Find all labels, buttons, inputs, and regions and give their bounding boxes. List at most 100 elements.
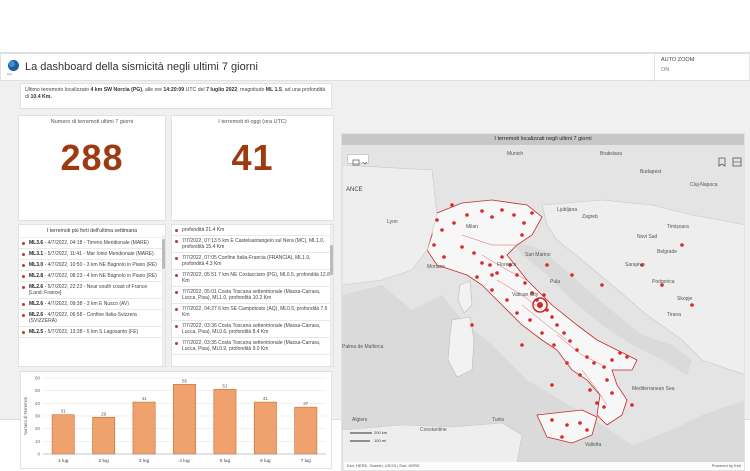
quake-marker[interactable] (690, 303, 694, 307)
list-item[interactable]: ML2.6 - 4/7/2022, 06:58 - Confine Italia… (19, 310, 165, 327)
quake-marker[interactable] (460, 245, 464, 249)
quake-marker[interactable] (585, 428, 589, 432)
bookmark-icon[interactable] (716, 154, 728, 167)
quake-marker[interactable] (610, 391, 614, 395)
quake-marker[interactable] (432, 243, 436, 247)
quake-marker[interactable] (465, 213, 469, 217)
powered-by[interactable]: Powered by Esri (712, 462, 741, 470)
quake-marker[interactable] (490, 288, 494, 292)
list-item[interactable]: ML3.6 - 4/7/2022, 04:18 - Tirreno Meridi… (19, 238, 165, 249)
list-item[interactable]: ML2.6 - 5/7/2022, 22:23 - Near south coa… (19, 282, 165, 299)
list-item[interactable]: ML3.1 - 5/7/2022, 11:41 - Mar Ionio Meri… (19, 249, 165, 260)
scroll-thumb[interactable] (330, 245, 333, 275)
list-item[interactable]: ML2.5 - 5/7/2022, 13:38 - 5 km S Lagosan… (19, 327, 165, 338)
quake-marker[interactable] (630, 403, 634, 407)
quake-marker[interactable] (520, 343, 524, 347)
list-item[interactable]: 7/7/2022, 07:05 Confine Italia-Francia (… (172, 253, 333, 270)
auto-zoom-toggle[interactable]: AUTO ZOOM ON (654, 54, 750, 82)
quake-marker[interactable] (610, 358, 614, 362)
basemap-toggle-button[interactable] (347, 154, 369, 166)
quake-marker[interactable] (500, 255, 504, 259)
list-item-text: ML3.1 - 5/7/2022, 11:41 - Mar Ionio Meri… (29, 251, 154, 257)
quake-marker[interactable] (600, 283, 604, 287)
quake-marker[interactable] (568, 339, 572, 343)
quake-marker[interactable] (552, 343, 556, 347)
list-item-text: profondità 21.4 Km (182, 227, 225, 233)
quake-marker[interactable] (523, 281, 527, 285)
quake-marker[interactable] (578, 373, 582, 377)
list-item[interactable]: ML2.8 - 4/7/2022, 08:23 - 4 km NE Bagnol… (19, 271, 165, 282)
quake-marker[interactable] (472, 251, 476, 255)
list-item[interactable]: ML3.0 - 4/7/2022, 10:50 - 3 km NE Bagnol… (19, 260, 165, 271)
quake-marker[interactable] (602, 365, 606, 369)
quake-marker[interactable] (555, 323, 559, 327)
quake-marker[interactable] (495, 271, 499, 275)
quake-marker[interactable] (530, 211, 534, 215)
quake-marker[interactable] (540, 331, 544, 335)
quake-marker[interactable] (625, 355, 629, 359)
quake-marker[interactable] (602, 405, 606, 409)
quake-marker[interactable] (480, 261, 484, 265)
quake-marker[interactable] (505, 298, 509, 302)
quake-map[interactable]: I terremoti localizzati negli ultimi 7 g… (341, 133, 745, 471)
x-tick-label: 1 lug (58, 458, 69, 464)
quake-marker[interactable] (480, 209, 484, 213)
quake-marker[interactable] (475, 275, 479, 279)
latest-quake-center[interactable] (537, 302, 543, 308)
quake-marker[interactable] (528, 318, 532, 322)
quake-dot-icon (175, 239, 178, 243)
quake-marker[interactable] (550, 418, 554, 422)
quake-marker[interactable] (565, 361, 569, 365)
quake-marker[interactable] (550, 383, 554, 387)
quake-marker[interactable] (595, 401, 599, 405)
quake-marker[interactable] (452, 221, 456, 225)
map-canvas[interactable] (342, 145, 745, 463)
quake-marker[interactable] (575, 348, 579, 352)
quake-marker[interactable] (450, 203, 454, 207)
quake-marker[interactable] (515, 273, 519, 277)
list-item[interactable]: 7/7/2022, 05:01 Costa Toscana settentrio… (172, 287, 333, 304)
list-item[interactable]: 7/7/2022, 03:36 Costa Toscana settentrio… (172, 321, 333, 338)
quake-marker[interactable] (550, 315, 554, 319)
quake-marker[interactable] (442, 255, 446, 259)
scrollbar[interactable] (330, 225, 333, 366)
list-item[interactable]: 7/7/2022, 03:35 Costa Toscana settentrio… (172, 338, 333, 355)
quake-marker[interactable] (605, 378, 609, 382)
quake-marker[interactable] (440, 228, 444, 232)
quake-marker[interactable] (545, 263, 549, 267)
quake-marker[interactable] (560, 435, 564, 439)
quake-marker[interactable] (522, 221, 526, 225)
x-tick-label: 2 lug (98, 458, 109, 464)
quake-marker[interactable] (488, 263, 492, 267)
layers-icon[interactable] (731, 154, 743, 167)
quake-marker[interactable] (520, 233, 524, 237)
quake-marker[interactable] (565, 423, 569, 427)
quake-marker[interactable] (562, 331, 566, 335)
list-item[interactable]: 7/7/2022, 05:51 7 km NE Costacciaro (PG)… (172, 270, 333, 287)
x-tick-label: 7 lug (301, 458, 312, 464)
list-item[interactable]: 7/7/2022, 07:13 5 km E Castelsantangelo … (172, 236, 333, 253)
quake-marker[interactable] (515, 311, 519, 315)
quake-marker[interactable] (570, 273, 574, 277)
quake-marker[interactable] (588, 388, 592, 392)
quake-marker[interactable] (542, 293, 546, 297)
quake-marker[interactable] (592, 361, 596, 365)
quake-marker[interactable] (435, 218, 439, 222)
quake-marker[interactable] (680, 243, 684, 247)
list-item[interactable]: ML2.6 - 4/7/2022, 09:38 - 3 km E Nusco (… (19, 299, 165, 310)
quake-marker[interactable] (618, 351, 622, 355)
list-item[interactable]: profondità 21.4 Km (172, 225, 333, 236)
auto-zoom-state[interactable]: ON (661, 67, 745, 73)
list-item[interactable]: 7/7/2022, 04:27 6 km SE Campotosto (AQ),… (172, 304, 333, 321)
scrollbar[interactable] (162, 235, 165, 366)
week-count-indicator: Numero di terremoti ultimi 7 giorni 288 (18, 115, 166, 221)
quake-marker[interactable] (512, 213, 516, 217)
quake-marker[interactable] (578, 421, 582, 425)
scroll-thumb[interactable] (162, 239, 165, 269)
quake-marker[interactable] (500, 208, 504, 212)
quake-marker[interactable] (585, 355, 589, 359)
quake-marker[interactable] (490, 273, 494, 277)
y-tick-label: 30 (35, 414, 41, 419)
quake-marker[interactable] (470, 323, 474, 327)
quake-marker[interactable] (490, 215, 494, 219)
